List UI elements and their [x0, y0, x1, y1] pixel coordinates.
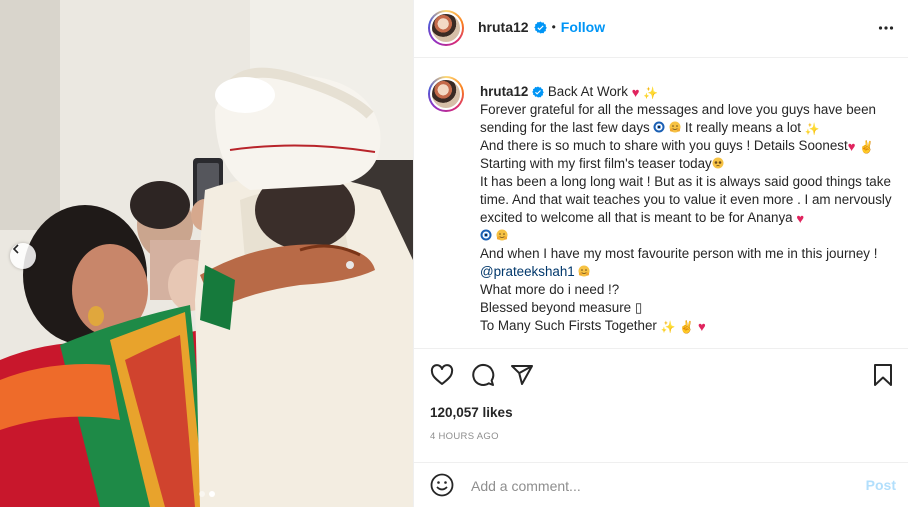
post-caption: hruta12 Back At Work ♥ ✨ Forever gratefu… [480, 83, 904, 335]
carousel-dot-active [208, 491, 215, 497]
mention-link[interactable]: @prateekshah1 [480, 264, 575, 279]
share-icon[interactable] [510, 363, 534, 387]
bookmark-icon[interactable] [872, 363, 894, 387]
caption-avatar[interactable] [428, 76, 464, 112]
red-heart-emoji-icon: ♥ [631, 85, 640, 100]
post-timestamp[interactable]: 4 HOURS AGO [430, 431, 499, 442]
heart-icon[interactable] [430, 363, 454, 387]
carousel-prev-button[interactable] [10, 243, 36, 269]
caption-headline: Back At Work [547, 84, 628, 99]
pleading-face-emoji-icon [712, 157, 724, 169]
caption-line: What more do i need !? [480, 282, 620, 297]
post-header: hruta12 • Follow [414, 0, 908, 58]
caption-line: It has been a long long wait ! But as it… [480, 174, 892, 225]
victory-hand-emoji-icon: ✌ [859, 140, 875, 154]
hugging-face-emoji-icon [669, 121, 681, 133]
nazar-amulet-emoji-icon [653, 121, 665, 133]
username-link[interactable]: hruta12 [478, 19, 529, 35]
sparkles-emoji-icon: ✨ [804, 122, 820, 136]
chevron-left-icon [12, 244, 19, 254]
red-heart-emoji-icon: ♥ [796, 211, 805, 226]
comment-icon[interactable] [471, 363, 495, 387]
more-options-icon[interactable] [878, 20, 894, 36]
comments-scroll-area[interactable]: hruta12 Back At Work ♥ ✨ Forever gratefu… [414, 58, 908, 348]
avatar[interactable] [428, 10, 464, 46]
caption-line: Blessed beyond measure ▯ [480, 300, 643, 315]
comment-input[interactable] [469, 475, 853, 497]
wedding-photo [0, 0, 413, 507]
verified-badge-icon [532, 86, 544, 98]
hugging-face-emoji-icon [578, 265, 590, 277]
post-side-panel: hruta12 • Follow hruta12 Back At Work ♥ [413, 0, 908, 507]
caption-line: To Many Such Firsts Together [480, 318, 657, 333]
follow-button[interactable]: Follow [561, 19, 605, 35]
sparkles-emoji-icon: ✨ [643, 86, 659, 100]
red-heart-emoji-icon: ♥ [847, 139, 856, 154]
verified-badge-icon [533, 21, 547, 33]
post-photo[interactable] [0, 0, 413, 507]
hugging-face-emoji-icon [496, 229, 508, 241]
carousel-indicator [0, 491, 413, 497]
sparkles-emoji-icon: ✨ [660, 320, 676, 334]
red-heart-emoji-icon: ♥ [698, 319, 706, 334]
caption-line: And when I have my most favourite person… [480, 246, 878, 261]
carousel-dot [198, 491, 205, 497]
caption-username[interactable]: hruta12 [480, 84, 528, 99]
nazar-amulet-emoji-icon [480, 229, 492, 241]
separator-dot: • [551, 20, 556, 34]
caption-line: Starting with my first film's teaser tod… [480, 156, 712, 171]
add-comment-bar: Post [414, 462, 908, 508]
caption-line: It really means a lot [684, 120, 802, 135]
likes-count[interactable]: 120,057 likes [430, 405, 513, 420]
emoji-icon[interactable] [430, 473, 454, 497]
action-bar [414, 348, 908, 399]
victory-hand-emoji-icon: ✌ [679, 320, 695, 334]
caption-line: And there is so much to share with you g… [480, 138, 848, 153]
post-comment-button[interactable]: Post [866, 477, 896, 493]
